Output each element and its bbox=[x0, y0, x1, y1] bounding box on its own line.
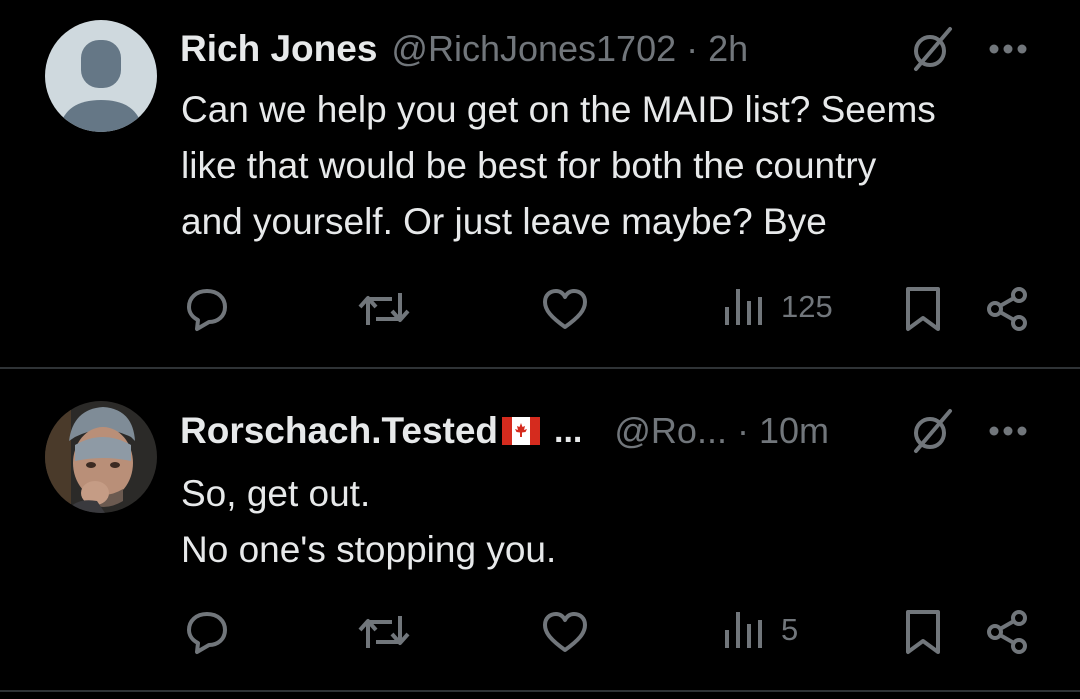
default-avatar-icon bbox=[45, 20, 157, 132]
name-truncation: ... bbox=[554, 411, 583, 450]
bookmark-icon bbox=[906, 610, 940, 654]
reply-button[interactable] bbox=[183, 608, 231, 656]
heart-icon bbox=[543, 612, 587, 652]
more-icon[interactable] bbox=[988, 43, 1028, 55]
separator-dot: · bbox=[736, 410, 749, 451]
views-count: 5 bbox=[781, 612, 799, 647]
retweet-icon bbox=[358, 616, 410, 648]
retweet-icon bbox=[358, 293, 410, 325]
views-count: 125 bbox=[781, 289, 833, 324]
display-name[interactable]: Rich Jones bbox=[180, 28, 377, 70]
reply-icon bbox=[187, 289, 227, 331]
bookmark-button[interactable] bbox=[902, 608, 944, 656]
tweet-text-line: So, get out. bbox=[181, 473, 371, 514]
canada-flag-icon bbox=[502, 417, 541, 445]
views-button[interactable]: 5 bbox=[723, 608, 798, 652]
photo-avatar-icon bbox=[45, 401, 157, 513]
header-icons bbox=[906, 23, 1028, 75]
username[interactable]: @Ro... bbox=[614, 410, 727, 452]
tweet-text-line: and yourself. Or just leave maybe? Bye bbox=[181, 201, 827, 242]
reply-button[interactable] bbox=[183, 285, 231, 333]
action-bar: 5 bbox=[0, 608, 1080, 658]
timestamp[interactable]: 10m bbox=[759, 410, 829, 452]
avatar[interactable] bbox=[45, 401, 157, 513]
tweet-text-line: like that would be best for both the cou… bbox=[181, 145, 877, 186]
tweet-header: Rich Jones @RichJones1702 · 2h bbox=[180, 24, 1080, 74]
retweet-button[interactable] bbox=[356, 285, 412, 333]
share-icon bbox=[987, 287, 1027, 331]
tweet-text-line: Can we help you get on the MAID list? Se… bbox=[181, 89, 936, 130]
tweet-text: So, get out. No one's stopping you. bbox=[181, 466, 1041, 578]
views-icon bbox=[725, 289, 762, 325]
slashed-circle-icon[interactable] bbox=[906, 405, 958, 457]
retweet-button[interactable] bbox=[356, 608, 412, 656]
tweet-rorschach-tested[interactable]: Rorschach.Tested ... @Ro... · 10m So, ge… bbox=[0, 369, 1080, 691]
avatar[interactable] bbox=[45, 20, 157, 132]
tweet-header: Rorschach.Tested ... @Ro... · 10m bbox=[180, 406, 1080, 456]
more-icon[interactable] bbox=[988, 425, 1028, 437]
heart-icon bbox=[543, 289, 587, 329]
timestamp[interactable]: 2h bbox=[708, 28, 748, 70]
tweet-text-line: No one's stopping you. bbox=[181, 529, 557, 570]
bookmark-button[interactable] bbox=[902, 285, 944, 333]
slashed-circle-icon[interactable] bbox=[906, 23, 958, 75]
tweet-rich-jones[interactable]: Rich Jones @RichJones1702 · 2h Can we he… bbox=[0, 0, 1080, 368]
like-button[interactable] bbox=[541, 608, 589, 656]
like-button[interactable] bbox=[541, 285, 589, 333]
share-button[interactable] bbox=[983, 608, 1031, 656]
reply-icon bbox=[187, 612, 227, 654]
bookmark-icon bbox=[906, 287, 940, 331]
tweet-divider bbox=[0, 690, 1080, 692]
display-name[interactable]: Rorschach.Tested bbox=[180, 410, 498, 452]
share-icon bbox=[987, 610, 1027, 654]
action-bar: 125 bbox=[0, 285, 1080, 335]
views-button[interactable]: 125 bbox=[723, 285, 833, 329]
views-icon bbox=[725, 612, 762, 648]
header-icons bbox=[906, 405, 1028, 457]
tweet-text: Can we help you get on the MAID list? Se… bbox=[181, 82, 1041, 250]
separator-dot: · bbox=[686, 28, 699, 69]
username[interactable]: @RichJones1702 bbox=[391, 28, 676, 70]
share-button[interactable] bbox=[983, 285, 1031, 333]
